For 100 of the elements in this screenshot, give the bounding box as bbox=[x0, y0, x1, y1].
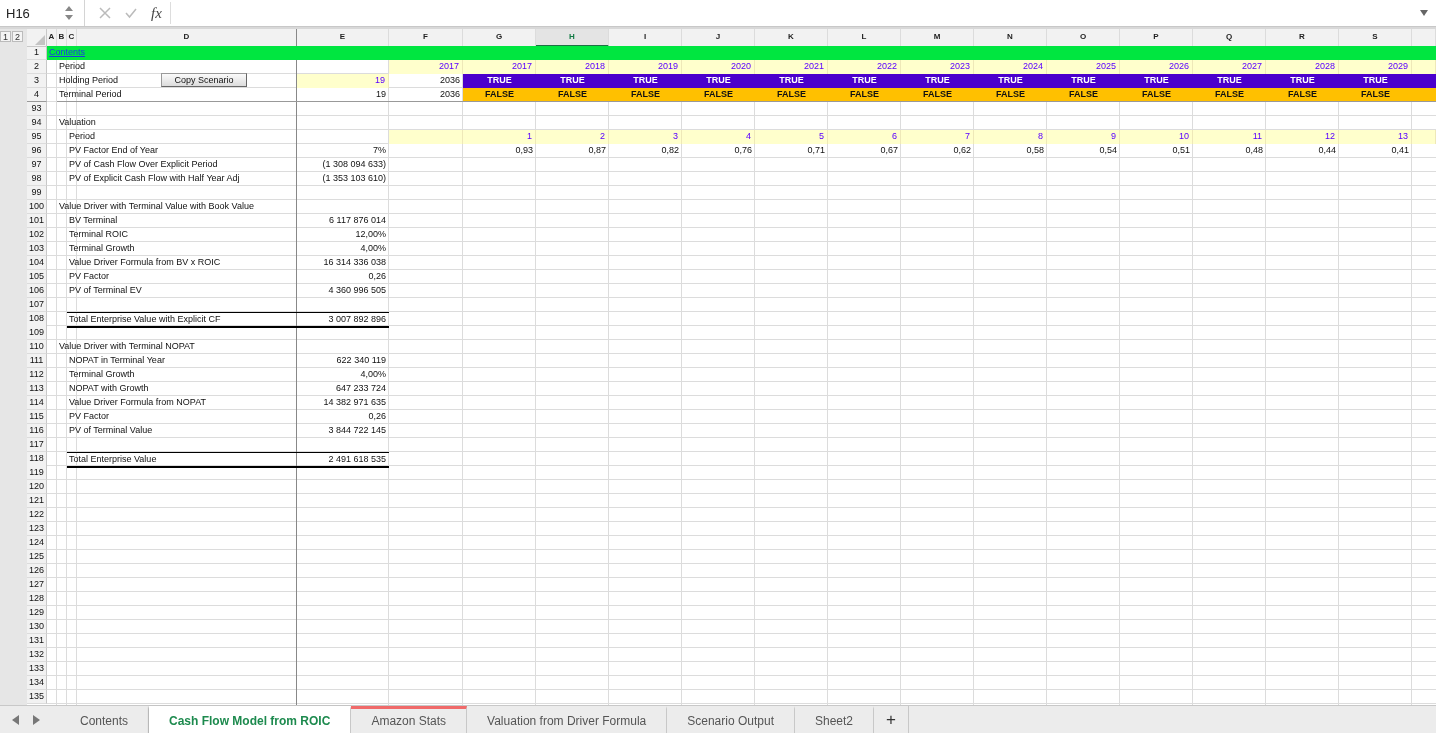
value-cell-text: 7% bbox=[372, 144, 387, 157]
column-header[interactable]: G bbox=[463, 29, 536, 47]
row-number[interactable]: 95 bbox=[27, 130, 47, 144]
value-cell-text: 622 340 119 bbox=[335, 354, 387, 367]
row-number[interactable]: 121 bbox=[27, 494, 47, 508]
row-number[interactable]: 106 bbox=[27, 284, 47, 298]
row-number[interactable]: 130 bbox=[27, 620, 47, 634]
triangle-icon bbox=[35, 35, 45, 45]
row-number[interactable]: 100 bbox=[27, 200, 47, 214]
row-number[interactable]: 112 bbox=[27, 368, 47, 382]
row-number[interactable]: 113 bbox=[27, 382, 47, 396]
row-number[interactable]: 98 bbox=[27, 172, 47, 186]
row-number[interactable]: 93 bbox=[27, 102, 47, 116]
copy-scenario-button[interactable]: Copy Scenario bbox=[161, 73, 247, 87]
input-cell: 9 bbox=[1047, 130, 1120, 144]
row-number[interactable]: 105 bbox=[27, 270, 47, 284]
row-number[interactable]: 114 bbox=[27, 396, 47, 410]
row-number[interactable]: 4 bbox=[27, 88, 47, 102]
flag-cell: TRUE bbox=[974, 74, 1047, 88]
row-number[interactable]: 122 bbox=[27, 508, 47, 522]
column-header[interactable]: J bbox=[682, 29, 755, 47]
column-header[interactable]: N bbox=[974, 29, 1047, 47]
column-header[interactable]: Q bbox=[1193, 29, 1266, 47]
row-number[interactable]: 119 bbox=[27, 466, 47, 480]
column-header[interactable]: H bbox=[536, 29, 609, 47]
row-number[interactable]: 131 bbox=[27, 634, 47, 648]
value-cell-text: 0,26 bbox=[367, 410, 387, 423]
row-label: PV Factor bbox=[68, 410, 110, 423]
caret-icon[interactable] bbox=[1420, 10, 1428, 16]
row-label: Total Enterprise Value with Explicit CF bbox=[67, 312, 297, 328]
flag-cell: FALSE bbox=[755, 88, 828, 102]
row-label: PV Factor End of Year bbox=[68, 144, 160, 157]
row-number[interactable]: 128 bbox=[27, 592, 47, 606]
input-cell: 11 bbox=[1193, 130, 1266, 144]
row-number[interactable]: 115 bbox=[27, 410, 47, 424]
row-number[interactable]: 97 bbox=[27, 158, 47, 172]
flag-cell: TRUE bbox=[1047, 74, 1120, 88]
row-label: Terminal Growth bbox=[68, 242, 136, 255]
row-label: Value Driver with Terminal Value with Book Value bbox=[58, 200, 255, 213]
row-number[interactable]: 94 bbox=[27, 116, 47, 130]
row-number[interactable]: 99 bbox=[27, 186, 47, 200]
select-all-button[interactable] bbox=[27, 29, 47, 47]
flag-cell: FALSE bbox=[1339, 88, 1412, 102]
input-cell: 2028 bbox=[1266, 60, 1339, 74]
previous-sheet-icon[interactable] bbox=[12, 714, 19, 725]
row-number[interactable]: 124 bbox=[27, 536, 47, 550]
row-number[interactable]: 120 bbox=[27, 480, 47, 494]
sheet-tab[interactable]: Amazon Stats bbox=[351, 706, 468, 733]
row-number[interactable]: 126 bbox=[27, 564, 47, 578]
cancel-icon[interactable] bbox=[99, 7, 111, 19]
value-cell-text: 16 314 336 038 bbox=[322, 256, 387, 269]
row-number[interactable]: 135 bbox=[27, 690, 47, 704]
row-number[interactable]: 2 bbox=[27, 60, 47, 74]
next-sheet-icon[interactable] bbox=[33, 714, 40, 725]
row-number[interactable]: 109 bbox=[27, 326, 47, 340]
row-number[interactable]: 132 bbox=[27, 648, 47, 662]
column-header[interactable]: R bbox=[1266, 29, 1339, 47]
row-number[interactable]: 107 bbox=[27, 298, 47, 312]
row-number[interactable]: 123 bbox=[27, 522, 47, 536]
stepper-arrows-icon[interactable] bbox=[64, 5, 74, 21]
value-cell-text: 0,44 bbox=[1317, 144, 1337, 157]
value-cell-text: 3 844 722 145 bbox=[327, 424, 387, 437]
function-button[interactable]: fx bbox=[151, 4, 162, 22]
column-header[interactable] bbox=[1412, 29, 1436, 47]
flag-cell: TRUE bbox=[1120, 74, 1193, 88]
row-number[interactable]: 125 bbox=[27, 550, 47, 564]
column-header[interactable]: P bbox=[1120, 29, 1193, 47]
column-header[interactable]: L bbox=[828, 29, 901, 47]
row-number[interactable]: 127 bbox=[27, 578, 47, 592]
outline-level-button[interactable]: 2 bbox=[12, 31, 24, 42]
flag-cell: TRUE bbox=[828, 74, 901, 88]
column-header[interactable]: O bbox=[1047, 29, 1120, 47]
check-icon[interactable] bbox=[125, 7, 137, 19]
row-number[interactable]: 101 bbox=[27, 214, 47, 228]
row-number[interactable]: 117 bbox=[27, 438, 47, 452]
row-number[interactable]: 129 bbox=[27, 606, 47, 620]
column-header[interactable]: I bbox=[609, 29, 682, 47]
row-number[interactable]: 3 bbox=[27, 74, 47, 88]
contents-link[interactable]: Contents bbox=[49, 47, 86, 57]
row-number[interactable]: 110 bbox=[27, 340, 47, 354]
name-box[interactable]: H16 bbox=[0, 5, 64, 21]
column-header[interactable]: K bbox=[755, 29, 828, 47]
outline-level-button[interactable]: 1 bbox=[0, 31, 11, 42]
row-number[interactable]: 104 bbox=[27, 256, 47, 270]
row-number[interactable]: 111 bbox=[27, 354, 47, 368]
sheet-tab[interactable]: Cash Flow Model from ROIC bbox=[149, 706, 352, 733]
column-header[interactable]: S bbox=[1339, 29, 1412, 47]
column-header[interactable]: M bbox=[901, 29, 974, 47]
column-header[interactable]: E bbox=[297, 29, 389, 47]
input-cell: 2021 bbox=[755, 60, 828, 74]
column-header[interactable]: D bbox=[77, 29, 297, 47]
row-number[interactable]: 103 bbox=[27, 242, 47, 256]
row-number[interactable]: 134 bbox=[27, 676, 47, 690]
row-label: BV Terminal bbox=[68, 214, 119, 227]
column-header[interactable]: F bbox=[389, 29, 463, 47]
row-number[interactable]: 96 bbox=[27, 144, 47, 158]
row-number[interactable]: 133 bbox=[27, 662, 47, 676]
row-number[interactable]: 116 bbox=[27, 424, 47, 438]
row-number[interactable]: 102 bbox=[27, 228, 47, 242]
input-cell: 2022 bbox=[828, 60, 901, 74]
